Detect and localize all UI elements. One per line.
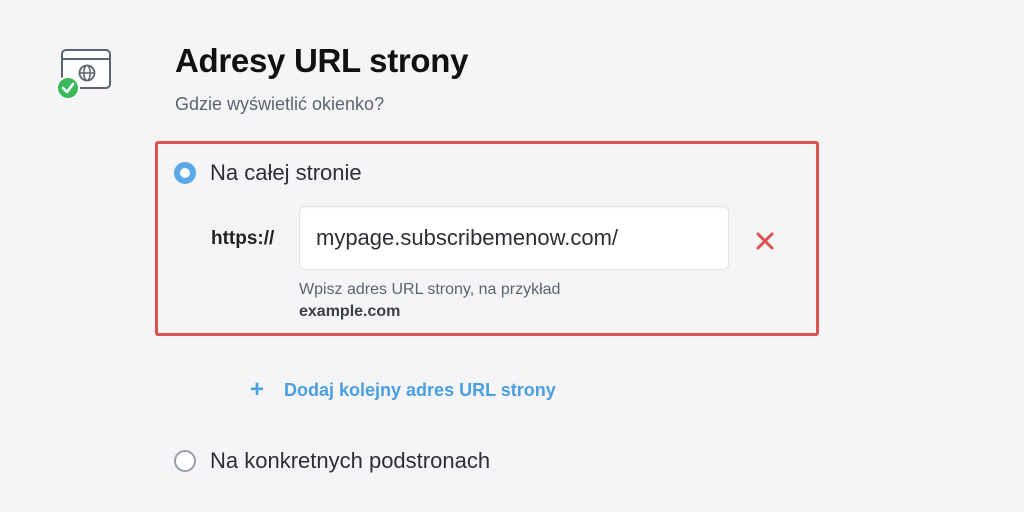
option-specific-pages-label: Na konkretnych podstronach: [210, 448, 491, 473]
option-whole-site[interactable]: Na całej stronie: [174, 160, 362, 186]
remove-url-button[interactable]: [752, 228, 778, 254]
url-settings-page: Adresy URL strony Gdzie wyświetlić okien…: [0, 0, 1024, 512]
option-specific-pages[interactable]: Na konkretnych podstronach: [174, 448, 490, 474]
plus-icon: +: [250, 376, 265, 403]
url-hint-example: example.com: [299, 303, 401, 320]
page-title: Adresy URL strony: [175, 42, 469, 79]
page-subtitle: Gdzie wyświetlić okienko?: [175, 94, 385, 114]
url-hint: Wpisz adres URL strony, na przykład exam…: [299, 279, 560, 323]
browser-globe-check-icon: [56, 48, 116, 100]
radio-specific-pages[interactable]: [174, 450, 196, 472]
close-icon: [756, 232, 774, 250]
radio-whole-site[interactable]: [174, 162, 196, 184]
url-prefix: https://: [211, 228, 275, 249]
url-hint-text: Wpisz adres URL strony, na przykład: [299, 281, 561, 298]
add-url-label: Dodaj kolejny adres URL strony: [284, 379, 556, 400]
add-url-link[interactable]: + Dodaj kolejny adres URL strony: [250, 378, 556, 402]
option-whole-site-label: Na całej stronie: [210, 160, 362, 185]
url-input[interactable]: [299, 206, 729, 270]
